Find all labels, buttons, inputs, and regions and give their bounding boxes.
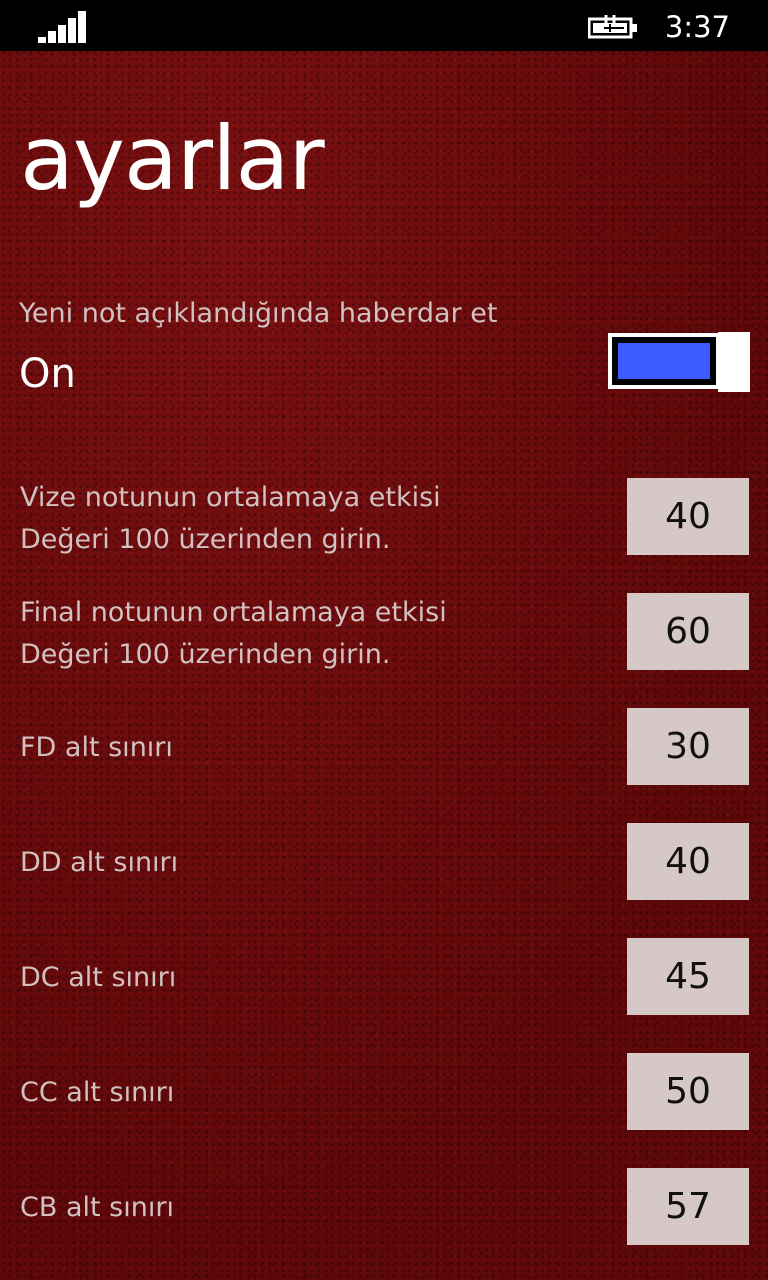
setting-row-cc: CC alt sınırı	[0, 1053, 768, 1133]
setting-label: CC alt sınırı	[20, 1072, 174, 1114]
cc-limit-input[interactable]	[627, 1053, 749, 1130]
battery-charging-icon	[588, 15, 637, 39]
page-title: ayarlar	[20, 107, 325, 210]
setting-label-title: Vize notunun ortalamaya etkisi	[20, 482, 441, 513]
setting-row-vize: Vize notunun ortalamaya etkisi Değeri 10…	[0, 478, 768, 558]
toggle-fill	[618, 343, 710, 379]
setting-label-title: CC alt sınırı	[20, 1077, 175, 1108]
setting-label-title: Final notunun ortalamaya etkisi	[20, 597, 447, 628]
setting-label: CB alt sınırı	[20, 1187, 174, 1229]
dc-limit-input[interactable]	[627, 938, 749, 1015]
status-clock: 3:37	[664, 10, 730, 44]
setting-label-hint: Değeri 100 üzerinden girin.	[20, 524, 391, 555]
dd-limit-input[interactable]	[627, 823, 749, 900]
final-weight-input[interactable]	[627, 593, 749, 670]
setting-label: Final notunun ortalamaya etkisi Değeri 1…	[20, 592, 447, 676]
toggle-track	[608, 333, 720, 389]
setting-label-title: DD alt sınırı	[20, 847, 179, 878]
cb-limit-input[interactable]	[627, 1168, 749, 1245]
setting-label: DD alt sınırı	[20, 842, 178, 884]
status-bar: 3:37	[0, 0, 768, 51]
toggle-thumb[interactable]	[718, 332, 750, 392]
setting-row-fd: FD alt sınırı	[0, 708, 768, 788]
notification-toggle-state: On	[19, 351, 76, 397]
setting-label-hint: Değeri 100 üzerinden girin.	[20, 639, 391, 670]
vize-weight-input[interactable]	[627, 478, 749, 555]
setting-label-title: DC alt sınırı	[20, 962, 177, 993]
fd-limit-input[interactable]	[627, 708, 749, 785]
notification-toggle-header: Yeni not açıklandığında haberdar et	[19, 298, 498, 329]
setting-row-dd: DD alt sınırı	[0, 823, 768, 903]
setting-label: FD alt sınırı	[20, 727, 173, 769]
setting-row-final: Final notunun ortalamaya etkisi Değeri 1…	[0, 593, 768, 673]
setting-label-title: FD alt sınırı	[20, 732, 173, 763]
setting-row-dc: DC alt sınırı	[0, 938, 768, 1018]
setting-label-title: CB alt sınırı	[20, 1192, 174, 1223]
setting-label: Vize notunun ortalamaya etkisi Değeri 10…	[20, 477, 441, 561]
notification-toggle-switch[interactable]	[608, 332, 750, 392]
signal-strength-icon	[38, 11, 86, 43]
setting-row-cb: CB alt sınırı	[0, 1168, 768, 1248]
setting-label: DC alt sınırı	[20, 957, 176, 999]
